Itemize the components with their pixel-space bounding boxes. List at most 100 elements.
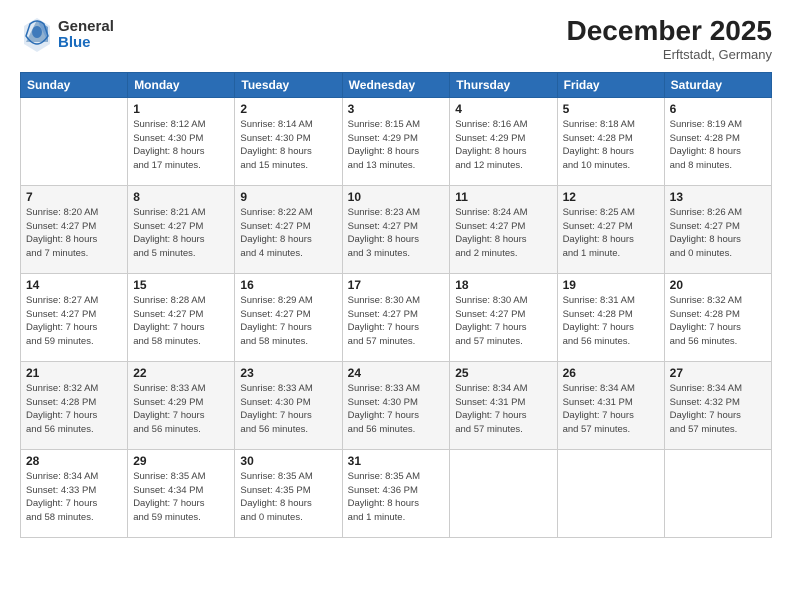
day-number: 30 [240,454,336,468]
week-row-2: 7Sunrise: 8:20 AMSunset: 4:27 PMDaylight… [21,185,772,273]
day-info: Sunrise: 8:33 AMSunset: 4:29 PMDaylight:… [133,382,229,437]
day-number: 23 [240,366,336,380]
day-number: 2 [240,102,336,116]
day-cell: 5 Sunrise: 8:18 AMSunset: 4:28 PMDaylight… [557,97,664,185]
day-cell: 31Sunrise: 8:35 AMSunset: 4:36 PMDayligh… [342,449,450,537]
day-number: 25 [455,366,551,380]
day-number: 17 [348,278,445,292]
logo-icon [20,16,54,54]
day-info: Sunrise: 8:32 AMSunset: 4:28 PMDaylight:… [670,294,766,349]
day-number: 18 [455,278,551,292]
day-cell: 18 Sunrise: 8:30 AMSunset: 4:27 PMDayligh… [450,273,557,361]
day-number: 8 [133,190,229,204]
day-number: 27 [670,366,766,380]
day-info: Sunrise: 8:34 AMSunset: 4:32 PMDaylight:… [670,382,766,437]
day-number: 15 [133,278,229,292]
day-cell: 11Sunrise: 8:24 AMSunset: 4:27 PMDayligh… [450,185,557,273]
col-header-monday: Monday [128,72,235,97]
day-info: Sunrise: 8:35 AMSunset: 4:34 PMDaylight:… [133,470,229,525]
day-cell: 9 Sunrise: 8:22 AMSunset: 4:27 PMDaylight… [235,185,342,273]
day-cell: 17 Sunrise: 8:30 AMSunset: 4:27 PMDayligh… [342,273,450,361]
day-cell [21,97,128,185]
week-row-1: 1 Sunrise: 8:12 AMSunset: 4:30 PMDaylight… [21,97,772,185]
day-number: 22 [133,366,229,380]
day-cell: 6 Sunrise: 8:19 AMSunset: 4:28 PMDaylight… [664,97,771,185]
col-header-sunday: Sunday [21,72,128,97]
day-info: Sunrise: 8:34 AMSunset: 4:31 PMDaylight:… [455,382,551,437]
day-cell: 16 Sunrise: 8:29 AMSunset: 4:27 PMDayligh… [235,273,342,361]
day-cell: 21Sunrise: 8:32 AMSunset: 4:28 PMDayligh… [21,361,128,449]
day-cell: 7Sunrise: 8:20 AMSunset: 4:27 PMDaylight… [21,185,128,273]
logo-general: General [58,19,114,36]
day-info: Sunrise: 8:16 AMSunset: 4:29 PMDaylight:… [455,118,551,173]
day-info: Sunrise: 8:31 AMSunset: 4:28 PMDaylight:… [563,294,659,349]
day-cell: 8 Sunrise: 8:21 AMSunset: 4:27 PMDaylight… [128,185,235,273]
col-header-tuesday: Tuesday [235,72,342,97]
day-info: Sunrise: 8:35 AMSunset: 4:35 PMDaylight:… [240,470,336,525]
day-info: Sunrise: 8:23 AMSunset: 4:27 PMDaylight:… [348,206,445,261]
day-number: 24 [348,366,445,380]
day-cell [664,449,771,537]
day-info: Sunrise: 8:25 AMSunset: 4:27 PMDaylight:… [563,206,659,261]
day-number: 20 [670,278,766,292]
day-info: Sunrise: 8:19 AMSunset: 4:28 PMDaylight:… [670,118,766,173]
week-row-3: 14 Sunrise: 8:27 AMSunset: 4:27 PMDayligh… [21,273,772,361]
day-info: Sunrise: 8:26 AMSunset: 4:27 PMDaylight:… [670,206,766,261]
day-number: 19 [563,278,659,292]
day-number: 9 [240,190,336,204]
day-info: Sunrise: 8:14 AMSunset: 4:30 PMDaylight:… [240,118,336,173]
day-cell: 19 Sunrise: 8:31 AMSunset: 4:28 PMDayligh… [557,273,664,361]
day-info: Sunrise: 8:30 AMSunset: 4:27 PMDaylight:… [455,294,551,349]
day-cell: 20 Sunrise: 8:32 AMSunset: 4:28 PMDayligh… [664,273,771,361]
day-number: 12 [563,190,659,204]
day-number: 1 [133,102,229,116]
week-row-4: 21Sunrise: 8:32 AMSunset: 4:28 PMDayligh… [21,361,772,449]
day-cell: 24Sunrise: 8:33 AMSunset: 4:30 PMDayligh… [342,361,450,449]
logo-text: General Blue [58,19,114,52]
location: Erftstadt, Germany [567,47,772,62]
day-cell: 4Sunrise: 8:16 AMSunset: 4:29 PMDaylight… [450,97,557,185]
calendar-header-row: SundayMondayTuesdayWednesdayThursdayFrid… [21,72,772,97]
day-number: 21 [26,366,122,380]
col-header-saturday: Saturday [664,72,771,97]
month-title: December 2025 [567,16,772,47]
day-info: Sunrise: 8:21 AMSunset: 4:27 PMDaylight:… [133,206,229,261]
day-number: 14 [26,278,122,292]
day-info: Sunrise: 8:34 AMSunset: 4:33 PMDaylight:… [26,470,122,525]
day-cell: 15Sunrise: 8:28 AMSunset: 4:27 PMDayligh… [128,273,235,361]
page: General Blue December 2025 Erftstadt, Ge… [0,0,792,612]
day-info: Sunrise: 8:29 AMSunset: 4:27 PMDaylight:… [240,294,336,349]
day-cell: 25 Sunrise: 8:34 AMSunset: 4:31 PMDayligh… [450,361,557,449]
day-number: 3 [348,102,445,116]
day-number: 13 [670,190,766,204]
col-header-thursday: Thursday [450,72,557,97]
logo: General Blue [20,16,114,54]
day-cell: 23Sunrise: 8:33 AMSunset: 4:30 PMDayligh… [235,361,342,449]
day-info: Sunrise: 8:22 AMSunset: 4:27 PMDaylight:… [240,206,336,261]
day-number: 31 [348,454,445,468]
day-info: Sunrise: 8:30 AMSunset: 4:27 PMDaylight:… [348,294,445,349]
day-cell: 22 Sunrise: 8:33 AMSunset: 4:29 PMDayligh… [128,361,235,449]
day-cell: 2 Sunrise: 8:14 AMSunset: 4:30 PMDaylight… [235,97,342,185]
col-header-wednesday: Wednesday [342,72,450,97]
day-info: Sunrise: 8:27 AMSunset: 4:27 PMDaylight:… [26,294,122,349]
day-cell: 30 Sunrise: 8:35 AMSunset: 4:35 PMDayligh… [235,449,342,537]
day-number: 5 [563,102,659,116]
day-cell: 29 Sunrise: 8:35 AMSunset: 4:34 PMDayligh… [128,449,235,537]
day-number: 7 [26,190,122,204]
day-info: Sunrise: 8:24 AMSunset: 4:27 PMDaylight:… [455,206,551,261]
logo-blue: Blue [58,35,114,52]
header: General Blue December 2025 Erftstadt, Ge… [20,16,772,62]
day-cell: 13 Sunrise: 8:26 AMSunset: 4:27 PMDayligh… [664,185,771,273]
day-number: 16 [240,278,336,292]
calendar-table: SundayMondayTuesdayWednesdayThursdayFrid… [20,72,772,538]
day-cell: 26Sunrise: 8:34 AMSunset: 4:31 PMDayligh… [557,361,664,449]
day-cell: 27 Sunrise: 8:34 AMSunset: 4:32 PMDayligh… [664,361,771,449]
day-info: Sunrise: 8:12 AMSunset: 4:30 PMDaylight:… [133,118,229,173]
day-cell: 28Sunrise: 8:34 AMSunset: 4:33 PMDayligh… [21,449,128,537]
day-number: 29 [133,454,229,468]
day-info: Sunrise: 8:18 AMSunset: 4:28 PMDaylight:… [563,118,659,173]
day-cell: 3Sunrise: 8:15 AMSunset: 4:29 PMDaylight… [342,97,450,185]
week-row-5: 28Sunrise: 8:34 AMSunset: 4:33 PMDayligh… [21,449,772,537]
day-number: 6 [670,102,766,116]
